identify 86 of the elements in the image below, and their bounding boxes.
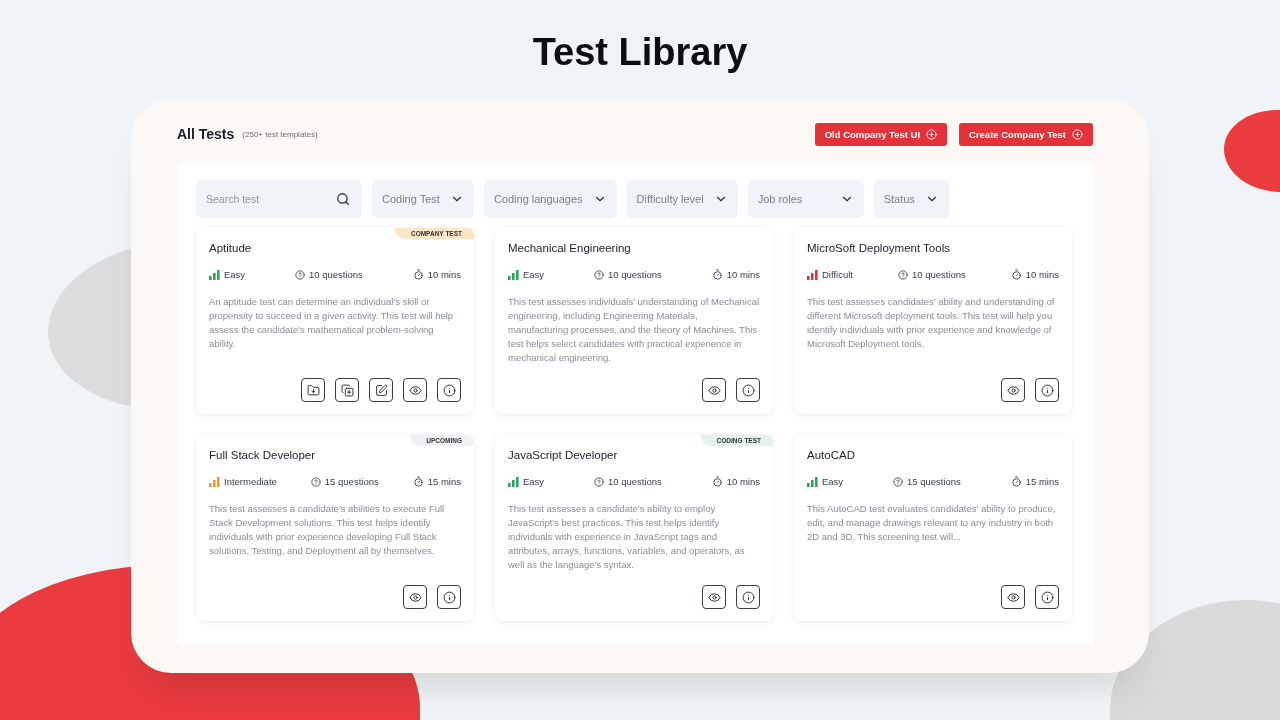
search-field[interactable]: Search test bbox=[196, 180, 362, 218]
preview-button[interactable] bbox=[1001, 378, 1025, 402]
filter-dropdown[interactable]: Status bbox=[873, 180, 949, 218]
eye-icon bbox=[408, 383, 422, 397]
test-title: Mechanical Engineering bbox=[508, 242, 632, 254]
preview-button[interactable] bbox=[403, 378, 427, 402]
question-count: 15 questions bbox=[324, 476, 379, 487]
question-count: 10 questions bbox=[608, 476, 662, 487]
difficulty-label: Easy bbox=[523, 269, 545, 280]
duration-label: 15 mins bbox=[1025, 476, 1059, 487]
search-icon bbox=[336, 192, 350, 206]
duration-label: 15 mins bbox=[427, 476, 461, 487]
edit-icon bbox=[374, 383, 388, 397]
create-test-button[interactable]: Create Company Test bbox=[959, 122, 1093, 146]
duration-label: 10 mins bbox=[726, 476, 760, 487]
test-title: Aptitude bbox=[209, 242, 253, 254]
eye-icon bbox=[408, 590, 422, 604]
info-icon bbox=[1040, 590, 1054, 604]
duplicate-icon bbox=[340, 383, 354, 397]
filter-dropdown[interactable]: Difficulty level bbox=[626, 180, 738, 218]
eye-icon bbox=[1006, 383, 1020, 397]
info-icon bbox=[1040, 383, 1054, 397]
test-title: JavaScript Developer bbox=[508, 449, 619, 461]
test-title: MicroSoft Deployment Tools bbox=[807, 242, 951, 254]
question-icon bbox=[594, 476, 604, 487]
difficulty-label: Easy bbox=[224, 269, 246, 280]
info-button[interactable] bbox=[1035, 378, 1059, 402]
duration-label: 10 mins bbox=[1025, 269, 1059, 280]
folder-download-icon bbox=[306, 383, 320, 397]
plus-circle-icon bbox=[1072, 128, 1083, 140]
info-button[interactable] bbox=[437, 585, 461, 609]
duration-label: 10 mins bbox=[427, 269, 461, 280]
difficulty-label: Easy bbox=[523, 476, 545, 487]
info-icon bbox=[442, 383, 456, 397]
timer-icon bbox=[1010, 476, 1022, 487]
section-title: All Tests bbox=[177, 126, 235, 142]
difficulty-label: Intermediate bbox=[224, 476, 277, 487]
info-button[interactable] bbox=[437, 378, 461, 402]
preview-button[interactable] bbox=[702, 585, 726, 609]
page-title: Test Library bbox=[532, 30, 748, 75]
question-icon bbox=[295, 269, 305, 280]
question-count: 10 questions bbox=[608, 269, 662, 280]
timer-icon bbox=[711, 269, 723, 280]
filter-dropdown[interactable]: Coding languages bbox=[483, 180, 617, 218]
test-title: AutoCAD bbox=[807, 449, 856, 461]
info-button[interactable] bbox=[736, 378, 760, 402]
question-count: 10 questions bbox=[309, 269, 363, 280]
preview-button[interactable] bbox=[702, 378, 726, 402]
save-button[interactable] bbox=[301, 378, 325, 402]
test-description: An aptitude test can determine an individual's skill or propensity to succeed in a given activity. This test will help assess the candidate's mathematical problem-solving ability. bbox=[209, 295, 455, 351]
info-button[interactable] bbox=[736, 585, 760, 609]
template-count: (250+ test templates) bbox=[242, 129, 318, 139]
info-icon bbox=[741, 590, 755, 604]
question-icon bbox=[893, 476, 903, 487]
question-icon bbox=[310, 476, 321, 487]
question-count: 10 questions bbox=[911, 269, 966, 280]
test-title: Full Stack Developer bbox=[209, 449, 317, 461]
timer-icon bbox=[1010, 269, 1022, 280]
test-description: This AutoCAD test evaluates candidates' ability to produce, edit, and manage drawings relevant to any industry in both 2D and 3D. This screening test will... bbox=[807, 502, 1057, 544]
create-test-button[interactable]: Old Company Test UI bbox=[814, 122, 948, 146]
test-description: This test assesses a candidate's abilities to execute Full Stack Development solutions. This test helps identify individuals with prior experience developing Full Stack solutions, Testing, and Deployment all by themselves. bbox=[209, 502, 446, 558]
info-button[interactable] bbox=[1035, 585, 1059, 609]
preview-button[interactable] bbox=[1001, 585, 1025, 609]
eye-icon bbox=[707, 383, 721, 397]
preview-button[interactable] bbox=[403, 585, 427, 609]
question-icon bbox=[594, 269, 604, 280]
question-count: 15 questions bbox=[907, 476, 961, 487]
edit-button[interactable] bbox=[369, 378, 393, 402]
question-icon bbox=[897, 269, 908, 280]
timer-icon bbox=[412, 269, 424, 280]
duplicate-button[interactable] bbox=[335, 378, 359, 402]
timer-icon bbox=[711, 476, 723, 487]
difficulty-label: Difficult bbox=[822, 269, 853, 280]
info-icon bbox=[741, 383, 755, 397]
test-description: This test assesses candidates' ability and understanding of different Microsoft deployment tools. This test will help you identify individuals with prior experience and knowledge of Microsoft Deployment tools. bbox=[807, 295, 1056, 351]
timer-icon bbox=[412, 476, 424, 487]
eye-icon bbox=[1006, 590, 1020, 604]
filter-dropdown[interactable]: Coding Test bbox=[372, 180, 474, 218]
test-description: This test assesses a candidate's ability to employ JavaScript's best practices. This test helps identify individuals with experience in JavaScript tags and attributes, arrays, functions, variables, and operators, as well as the language's syntax. bbox=[508, 502, 746, 572]
info-icon bbox=[442, 590, 456, 604]
filter-dropdown[interactable]: Job roles bbox=[747, 180, 864, 218]
test-description: This test assesses individuals' understanding of Mechanical engineering, including Engineering Materials, manufacturing processes, and the theory of Machines. This test helps select candidates with practical experience in mechanical engineering. bbox=[508, 295, 760, 365]
eye-icon bbox=[707, 590, 721, 604]
duration-label: 10 mins bbox=[726, 269, 760, 280]
plus-circle-icon bbox=[926, 128, 938, 140]
difficulty-label: Easy bbox=[822, 476, 844, 487]
